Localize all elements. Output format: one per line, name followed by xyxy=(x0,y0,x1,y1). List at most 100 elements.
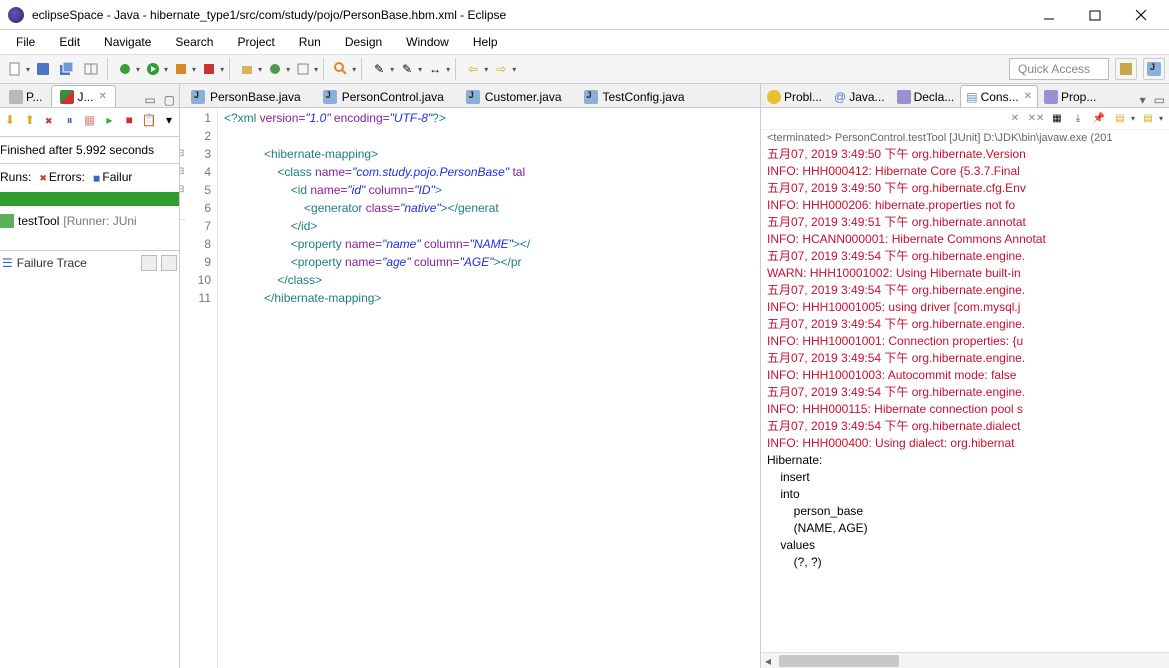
tab-label: Customer.java xyxy=(485,90,562,104)
debug-button[interactable] xyxy=(114,58,136,80)
open-perspective-button[interactable] xyxy=(1115,58,1137,80)
tab-properties[interactable]: Prop... xyxy=(1038,85,1102,107)
open-console-button[interactable]: ▤ xyxy=(1140,111,1156,127)
tab-label: Decla... xyxy=(914,90,955,104)
left-tabs: P... J...✕ ▭ ▢ xyxy=(0,84,179,108)
nav-button[interactable]: ✎ xyxy=(396,58,418,80)
back-button[interactable]: ⇦ xyxy=(462,58,484,80)
tab-label: PersonControl.java xyxy=(342,90,444,104)
editor-tab[interactable]: PersonControl.java xyxy=(312,85,455,107)
dropdown-icon[interactable]: ▾ xyxy=(220,65,224,74)
save-all-button[interactable] xyxy=(56,58,78,80)
window-title: eclipseSpace - Java - hibernate_type1/sr… xyxy=(32,8,1027,22)
dropdown-icon[interactable]: ▾ xyxy=(484,65,488,74)
clear-console-button[interactable]: ▦ xyxy=(1049,111,1065,127)
menu-window[interactable]: Window xyxy=(396,33,459,51)
history-button[interactable]: 📋 xyxy=(141,112,157,128)
show-failures-button[interactable] xyxy=(42,112,58,128)
remove-all-button[interactable]: ✕✕ xyxy=(1028,111,1044,127)
code-editor[interactable]: 1 2⊟ 3⊟ 4⊟ 5 6￣ 7 8 9 10 11 <?xml versio… xyxy=(180,108,760,668)
menu-project[interactable]: Project xyxy=(227,33,284,51)
horizontal-scrollbar[interactable]: ◂ xyxy=(761,652,1169,668)
tab-console[interactable]: ▤Cons...✕ xyxy=(960,85,1038,107)
minimize-view-button[interactable]: ▭ xyxy=(1150,93,1169,107)
close-icon[interactable]: ✕ xyxy=(98,91,106,102)
scroll-lock-button[interactable]: ⤓ xyxy=(1070,111,1086,127)
run-last-button[interactable] xyxy=(170,58,192,80)
menu-design[interactable]: Design xyxy=(335,33,392,51)
new-class-button[interactable] xyxy=(264,58,286,80)
code-content[interactable]: <?xml version="1.0" encoding="UTF-8"?> <… xyxy=(218,108,530,668)
scrollbar-thumb[interactable] xyxy=(779,655,899,667)
menu-search[interactable]: Search xyxy=(165,33,223,51)
nav-button[interactable]: ↔ xyxy=(424,58,446,80)
tab-junit[interactable]: J...✕ xyxy=(51,85,115,107)
display-console-button[interactable]: ▤ xyxy=(1112,111,1128,127)
menu-help[interactable]: Help xyxy=(463,33,508,51)
java-perspective-button[interactable] xyxy=(1143,58,1165,80)
tab-problems[interactable]: Probl... xyxy=(761,85,828,107)
dropdown-icon[interactable]: ▾ xyxy=(164,65,168,74)
dropdown-icon[interactable]: ▾ xyxy=(446,65,450,74)
prev-failure-button[interactable]: ⬆ xyxy=(22,112,38,128)
pin-console-button[interactable]: 📌 xyxy=(1091,111,1107,127)
run-button[interactable] xyxy=(142,58,164,80)
dropdown-icon[interactable]: ▾ xyxy=(26,65,30,74)
compare-button[interactable] xyxy=(141,255,157,271)
console-icon: ▤ xyxy=(966,90,977,104)
menu-file[interactable]: File xyxy=(6,33,45,51)
forward-button[interactable]: ⇨ xyxy=(490,58,512,80)
save-button[interactable] xyxy=(32,58,54,80)
ext-tools-button[interactable] xyxy=(198,58,220,80)
maximize-button[interactable] xyxy=(1081,5,1109,25)
dropdown-icon[interactable]: ▾ xyxy=(258,65,262,74)
search-button[interactable] xyxy=(330,58,352,80)
view-menu-button[interactable]: ▾ xyxy=(1136,93,1150,107)
dropdown-icon[interactable]: ▾ xyxy=(192,65,196,74)
tab-label: TestConfig.java xyxy=(603,90,685,104)
stop-button[interactable]: ■ xyxy=(121,112,137,128)
rerun-failed-button[interactable]: ▸ xyxy=(101,112,117,128)
dropdown-icon[interactable]: ▾ xyxy=(352,65,356,74)
editor-tab[interactable]: TestConfig.java xyxy=(573,85,696,107)
dropdown-icon[interactable]: ▾ xyxy=(136,65,140,74)
close-button[interactable] xyxy=(1127,5,1155,25)
tab-package-explorer[interactable]: P... xyxy=(0,85,51,107)
dropdown-icon[interactable]: ▾ xyxy=(314,65,318,74)
dropdown-icon[interactable]: ▾ xyxy=(390,65,394,74)
stack-icon: ☰ xyxy=(2,256,13,270)
remove-launch-button[interactable]: ✕ xyxy=(1007,111,1023,127)
separator-icon xyxy=(455,58,457,80)
menu-edit[interactable]: Edit xyxy=(49,33,90,51)
tab-declaration[interactable]: Decla... xyxy=(891,85,961,107)
new-button[interactable] xyxy=(4,58,26,80)
menu-run[interactable]: Run xyxy=(289,33,331,51)
quick-access-input[interactable]: Quick Access xyxy=(1009,58,1109,80)
dropdown-icon[interactable]: ▾ xyxy=(418,65,422,74)
dropdown-icon[interactable]: ▾ xyxy=(512,65,516,74)
editor-tab[interactable]: PersonBase.java xyxy=(180,85,312,107)
close-icon[interactable]: ✕ xyxy=(1024,91,1032,102)
switch-editor-button[interactable] xyxy=(80,58,102,80)
tab-javadoc[interactable]: @Java... xyxy=(828,85,891,107)
menu-navigate[interactable]: Navigate xyxy=(94,33,161,51)
rerun-button[interactable]: ▦ xyxy=(82,112,98,128)
dropdown-icon[interactable]: ▾ xyxy=(1131,114,1135,123)
scroll-lock-button[interactable]: ⏸ xyxy=(62,112,78,128)
maximize-view-button[interactable]: ▢ xyxy=(160,93,179,107)
editor-tab[interactable]: Customer.java xyxy=(455,85,573,107)
console-output[interactable]: 五月07, 2019 3:49:50 下午 org.hibernate.Vers… xyxy=(761,146,1169,652)
menu-button[interactable]: ▾ xyxy=(161,112,177,128)
next-failure-button[interactable]: ⬇ xyxy=(2,112,18,128)
minimize-view-button[interactable]: ▭ xyxy=(140,93,159,107)
dropdown-icon[interactable]: ▾ xyxy=(1159,114,1163,123)
new-type-button[interactable] xyxy=(292,58,314,80)
new-package-button[interactable] xyxy=(236,58,258,80)
separator-icon xyxy=(229,58,231,80)
filter-stack-button[interactable] xyxy=(161,255,177,271)
minimize-button[interactable] xyxy=(1035,5,1063,25)
test-tree-item[interactable]: testTool [Runner: JUni xyxy=(0,212,179,230)
junit-stats: Runs: Errors: Failur xyxy=(0,164,179,190)
nav-button[interactable]: ✎ xyxy=(368,58,390,80)
dropdown-icon[interactable]: ▾ xyxy=(286,65,290,74)
